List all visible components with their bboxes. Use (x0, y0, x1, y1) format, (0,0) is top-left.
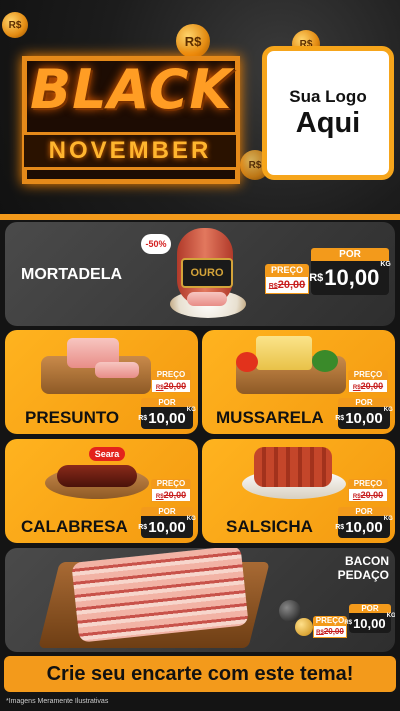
product-name: MORTADELA (21, 266, 123, 283)
old-price-tag: PREÇO R$20,00 (265, 264, 309, 294)
header-banner: R$ R$ R$ R$ BLACK NOVEMBER Sua Logo Aqui (0, 0, 400, 214)
price-value: 10,00 (324, 265, 380, 290)
new-price-tag: POR R$ 10,00 KG (335, 398, 393, 429)
product-name: CALABRESA (21, 517, 128, 536)
header-divider (0, 214, 400, 220)
price-value: 10,00 (353, 615, 386, 631)
brand-label: OURO (181, 258, 233, 288)
old-price-tag: PREÇO R$20,00 (151, 370, 191, 393)
price-value: 10,00 (148, 518, 186, 536)
old-price-tag: PREÇO R$20,00 (348, 479, 388, 502)
old-price-tag: PREÇO R$20,00 (313, 616, 347, 638)
product-name: MUSSARELA (216, 408, 324, 427)
salsicha-image (254, 447, 332, 487)
product-card-bacon[interactable]: BACON PEDAÇO PREÇO R$20,00 POR R$ 10,00 KG (5, 548, 395, 652)
old-price-tag: PREÇO R$20,00 (348, 370, 388, 393)
product-name: SALSICHA (226, 517, 313, 536)
price-value: 10,00 (345, 518, 383, 536)
product-card-mussarela[interactable]: MUSSARELA PREÇO R$20,00 POR R$ 10,00 KG (202, 330, 395, 434)
new-price-tag: POR R$ 10,00 KG (309, 248, 391, 295)
new-price-tag: POR R$ 10,00 KG (344, 604, 395, 633)
price-value: 10,00 (345, 409, 383, 427)
cta-banner[interactable]: Crie seu encarte com este tema! (4, 656, 396, 692)
coin-icon: R$ (176, 24, 210, 58)
product-name: PRESUNTO (25, 408, 120, 427)
product-card-calabresa[interactable]: Seara CALABRESA PREÇO R$20,00 POR R$ 10,0… (5, 439, 198, 543)
new-price-tag: POR R$ 10,00 KG (138, 398, 196, 429)
brand-label: Seara (89, 447, 125, 461)
title-black: BLACK (30, 58, 233, 121)
product-card-mortadela[interactable]: MORTADELA OURO -50% PREÇO R$20,00 POR R$… (5, 222, 395, 326)
discount-badge: -50% (141, 234, 171, 254)
product-card-salsicha[interactable]: SALSICHA PREÇO R$20,00 POR R$ 10,00 KG (202, 439, 395, 543)
coin-icon: R$ (2, 12, 28, 38)
mortadela-slices-image (187, 292, 227, 306)
title-november: NOVEMBER (24, 132, 236, 170)
balloon-image (279, 600, 301, 622)
price-value: 10,00 (148, 409, 186, 427)
old-price-tag: PREÇO R$20,00 (151, 479, 191, 502)
balloon-image (295, 618, 313, 636)
tomato-image (236, 352, 258, 372)
cheese-image (256, 336, 312, 370)
product-name: BACON PEDAÇO (337, 554, 389, 582)
product-card-presunto[interactable]: PRESUNTO PREÇO R$20,00 POR R$ 10,00 KG (5, 330, 198, 434)
presunto-slices-image (95, 362, 139, 378)
calabresa-image (57, 465, 137, 487)
new-price-tag: POR R$ 10,00 KG (335, 507, 393, 538)
disclaimer-text: *Imagens Meramente Ilustrativas (6, 698, 109, 705)
logo-placeholder[interactable]: Sua Logo Aqui (262, 46, 394, 180)
basil-image (312, 350, 338, 372)
logo-line1: Sua Logo (289, 87, 367, 106)
logo-line2: Aqui (295, 107, 361, 139)
new-price-tag: POR R$ 10,00 KG (138, 507, 196, 538)
